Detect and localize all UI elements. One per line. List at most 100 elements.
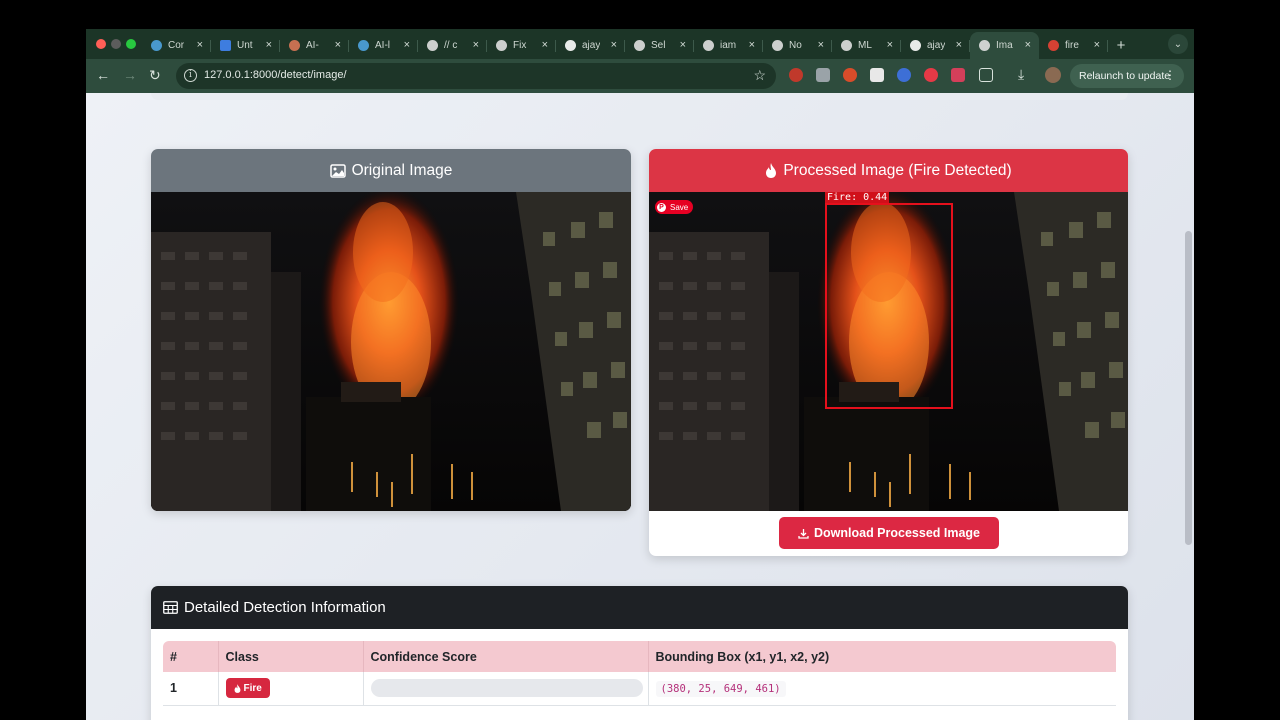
close-tab-icon[interactable]: × — [887, 39, 893, 51]
arrow-right-icon: → — [123, 67, 137, 83]
browser-tab[interactable]: Cor × — [142, 32, 211, 59]
browser-tab[interactable]: AI- × — [280, 32, 349, 59]
globe-icon — [703, 40, 714, 51]
url-text[interactable]: 127.0.0.1:8000/detect/image/ — [204, 69, 347, 81]
fire-class-badge: Fire — [225, 678, 270, 699]
crossref-icon — [358, 40, 369, 51]
column-header-class: Class — [218, 641, 364, 672]
maximize-window-button[interactable] — [126, 39, 136, 49]
claude-icon — [289, 40, 300, 51]
bounding-box-label: Fire: 0.44 — [825, 192, 890, 203]
table-header-row: # Class Confidence Score Bounding Box (x… — [163, 641, 1116, 672]
close-tab-icon[interactable]: × — [680, 39, 686, 51]
download-processed-image-button[interactable]: Download Processed Image — [779, 517, 999, 549]
browser-tab[interactable]: Ima × — [970, 32, 1039, 59]
row-bbox-cell: (380, 25, 649, 461) — [648, 672, 1116, 706]
new-tab-button[interactable]: + — [1108, 32, 1134, 59]
browser-tab[interactable]: fire × — [1039, 32, 1108, 59]
close-tab-icon[interactable]: × — [611, 39, 617, 51]
browser-toolbar: ← → ↻ i 127.0.0.1:8000/detect/image/ ☆ ⤓… — [86, 59, 1194, 93]
page-scrollbar[interactable] — [1185, 231, 1192, 545]
back-button[interactable]: ← — [96, 67, 110, 83]
address-bar[interactable]: i 127.0.0.1:8000/detect/image/ ☆ — [176, 63, 776, 89]
bounding-box-coordinates: (380, 25, 649, 461) — [655, 681, 786, 698]
browser-tab[interactable]: Sel × — [625, 32, 694, 59]
browser-window: Cor × Unt × AI- × AI-l ×// c × Fix × ajay × Sel × iam × N… — [86, 29, 1194, 720]
profile-avatar[interactable] — [1045, 67, 1061, 83]
github-icon — [565, 40, 576, 51]
browser-tab[interactable]: ajay × — [556, 32, 625, 59]
extension-icon[interactable] — [789, 68, 803, 82]
forward-button[interactable]: → — [123, 67, 137, 83]
original-image-card: Original Image — [151, 149, 631, 511]
close-tab-icon[interactable]: × — [335, 39, 341, 51]
tab-label: Ima — [996, 40, 1013, 51]
extension-icon[interactable] — [843, 68, 857, 82]
close-tab-icon[interactable]: × — [749, 39, 755, 51]
globe-icon — [634, 40, 645, 51]
browser-tab[interactable]: Fix × — [487, 32, 556, 59]
processed-fire-photo: Fire: 0.44 P Save — [649, 192, 1128, 511]
confidence-progress-bar — [370, 679, 643, 698]
row-class-cell: Fire — [218, 672, 364, 706]
tab-strip: Cor × Unt × AI- × AI-l ×// c × Fix × ajay × Sel × iam × N… — [142, 32, 1134, 59]
eyedropper-extension-icon[interactable] — [870, 68, 884, 82]
row-confidence-cell — [363, 672, 649, 706]
detection-info-header: Detailed Detection Information — [151, 586, 1128, 629]
extension-icon[interactable] — [897, 68, 911, 82]
reload-button[interactable]: ↻ — [149, 67, 161, 84]
close-tab-icon[interactable]: × — [197, 39, 203, 51]
tab-label: fire — [1065, 40, 1079, 51]
download-icon — [798, 528, 809, 539]
github-icon — [910, 40, 921, 51]
browser-tab[interactable]: No × — [763, 32, 832, 59]
tab-label: AI-l — [375, 40, 390, 51]
processed-image-header: Processed Image (Fire Detected) — [649, 149, 1128, 192]
close-window-button[interactable] — [96, 39, 106, 49]
tab-label: No — [789, 40, 802, 51]
browser-tab[interactable]: ajay × — [901, 32, 970, 59]
google-icon — [1048, 40, 1059, 51]
browser-tab[interactable]: AI-l × — [349, 32, 418, 59]
close-tab-icon[interactable]: × — [1025, 39, 1031, 51]
minimize-window-button[interactable] — [111, 39, 121, 49]
downloads-button[interactable]: ⤓ — [1018, 66, 1024, 83]
browser-tab[interactable]: Unt × — [211, 32, 280, 59]
detection-info-card: Detailed Detection Information # Class C… — [151, 586, 1128, 720]
relaunch-button[interactable]: Relaunch to update ⋮ — [1070, 64, 1184, 88]
extension-icon[interactable] — [951, 68, 965, 82]
browser-tab[interactable]: ML × — [832, 32, 901, 59]
google-docs-icon — [220, 40, 231, 51]
pokeball-extension-icon[interactable] — [924, 68, 938, 82]
close-tab-icon[interactable]: × — [473, 39, 479, 51]
openai-icon — [841, 40, 852, 51]
detection-table: # Class Confidence Score Bounding Box (x… — [163, 641, 1116, 706]
openai-icon — [496, 40, 507, 51]
browser-tab[interactable]: // c × — [418, 32, 487, 59]
close-tab-icon[interactable]: × — [404, 39, 410, 51]
bookmark-star-icon[interactable]: ☆ — [753, 67, 766, 84]
menu-dots-icon[interactable]: ⋮ — [1164, 68, 1176, 82]
extensions-puzzle-icon[interactable] — [979, 68, 993, 82]
camera-extension-icon[interactable] — [816, 68, 830, 82]
browser-tab[interactable]: iam × — [694, 32, 763, 59]
table-row: 1 Fire (380, 25, 649, 461) — [163, 672, 1116, 706]
tab-bar: Cor × Unt × AI- × AI-l ×// c × Fix × ajay × Sel × iam × N… — [86, 29, 1194, 59]
close-tab-icon[interactable]: × — [1094, 39, 1100, 51]
pinterest-save-label: Save — [670, 202, 689, 212]
column-header-confidence: Confidence Score — [363, 641, 649, 672]
pinterest-icon: P — [657, 202, 666, 212]
pinterest-save-button[interactable]: P Save — [655, 200, 694, 214]
tab-label: iam — [720, 40, 737, 51]
fire-class-label: Fire — [243, 682, 262, 694]
close-tab-icon[interactable]: × — [956, 39, 962, 51]
close-tab-icon[interactable]: × — [542, 39, 548, 51]
close-tab-icon[interactable]: × — [266, 39, 272, 51]
tab-label: Sel — [651, 40, 666, 51]
close-tab-icon[interactable]: × — [818, 39, 824, 51]
tab-label: Unt — [237, 40, 253, 51]
tab-search-button[interactable]: ⌄ — [1168, 34, 1188, 54]
site-info-icon[interactable]: i — [184, 69, 197, 82]
tab-label: ajay — [927, 40, 945, 51]
download-area: Download Processed Image — [649, 511, 1128, 556]
